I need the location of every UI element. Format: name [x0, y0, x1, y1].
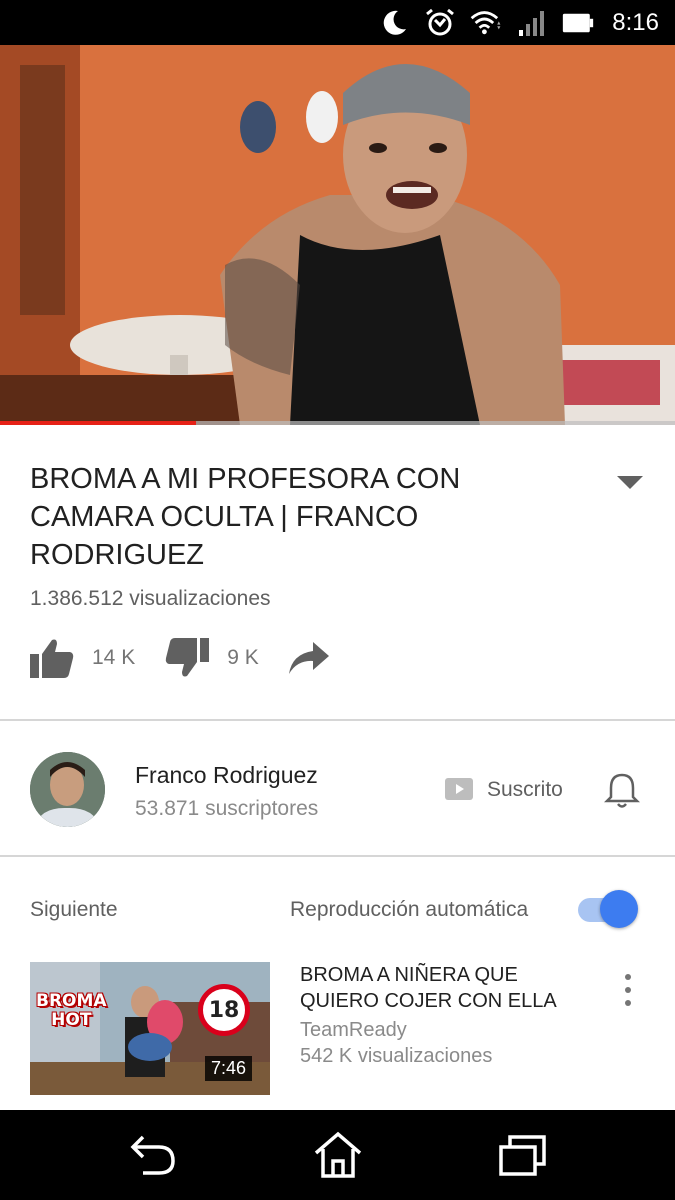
moon-icon [378, 7, 410, 39]
back-button[interactable] [123, 1125, 183, 1185]
dot-icon [625, 1000, 631, 1006]
like-button[interactable]: 14 K [30, 638, 135, 678]
subscriber-count: 53.871 suscriptores [135, 797, 319, 820]
status-bar: 8:16 [0, 0, 675, 45]
cell-signal-icon [516, 7, 548, 39]
up-next-section: Siguiente Reproducción automática BROMA … [0, 856, 675, 1110]
age-restriction-badge: 18 [198, 984, 250, 1036]
share-button[interactable] [288, 642, 329, 674]
notification-bell-button[interactable] [603, 771, 641, 809]
thumbs-down-icon [166, 638, 210, 677]
up-next-views: 542 K visualizaciones [300, 1045, 493, 1067]
avatar-image [30, 752, 105, 827]
recent-apps-icon [498, 1135, 546, 1176]
age-restriction-text: 18 [208, 997, 240, 1023]
home-button[interactable] [308, 1125, 368, 1185]
share-icon [288, 642, 329, 674]
view-count: 1.386.512 visualizaciones [30, 587, 271, 610]
dot-icon [625, 987, 631, 993]
up-next-channel: TeamReady [300, 1019, 407, 1041]
battery-icon [562, 7, 594, 39]
status-time: 8:16 [612, 8, 659, 36]
autoplay-label: Reproducción automática [290, 898, 529, 921]
navigation-bar [0, 1110, 675, 1200]
alarm-icon [424, 7, 456, 39]
subscribe-button[interactable]: Suscrito [487, 778, 563, 802]
thumbnail-badge-line1: BROMA [36, 991, 107, 1011]
thumbs-up-icon [30, 639, 74, 678]
like-count: 14 K [92, 646, 136, 669]
dot-icon [625, 974, 631, 980]
up-next-label: Siguiente [30, 898, 118, 921]
video-duration: 7:46 [204, 1056, 252, 1081]
up-next-item[interactable]: BROMA HOT 18 7:46 BROMA A NIÑERA QUE QUI… [30, 962, 650, 1097]
caret-down-icon [617, 476, 643, 489]
video-player[interactable] [0, 45, 675, 425]
video-frame [0, 45, 675, 425]
channel-row: Franco Rodriguez 53.871 suscriptores Sus… [0, 721, 675, 856]
video-thumbnail[interactable]: BROMA HOT 18 7:46 [30, 962, 270, 1095]
dislike-button[interactable]: 9 K [165, 638, 259, 678]
home-icon [314, 1131, 361, 1178]
up-next-title[interactable]: BROMA A NIÑERA QUE QUIERO COJER CON ELLA [300, 962, 600, 1014]
video-info: BROMA A MI PROFESORA CON CAMARA OCULTA |… [0, 425, 675, 721]
wifi-icon [470, 7, 502, 39]
video-title: BROMA A MI PROFESORA CON CAMARA OCULTA |… [30, 463, 461, 571]
subscribe-youtube-icon[interactable] [445, 778, 473, 800]
thumbnail-badge: BROMA HOT [36, 992, 107, 1030]
expand-description-button[interactable] [615, 473, 645, 493]
thumbnail-badge-line2: HOT [51, 1010, 92, 1030]
channel-name[interactable]: Franco Rodriguez [135, 762, 318, 789]
more-options-button[interactable] [618, 974, 638, 1006]
recent-apps-button[interactable] [493, 1125, 553, 1185]
video-actions: 14 K 9 K [30, 633, 329, 683]
toggle-knob [600, 890, 638, 928]
channel-avatar[interactable] [30, 752, 105, 827]
dislike-count: 9 K [227, 646, 259, 669]
back-arrow-icon [130, 1135, 175, 1175]
bell-icon [603, 773, 641, 808]
play-box-icon [445, 778, 473, 800]
autoplay-toggle[interactable] [578, 890, 638, 930]
